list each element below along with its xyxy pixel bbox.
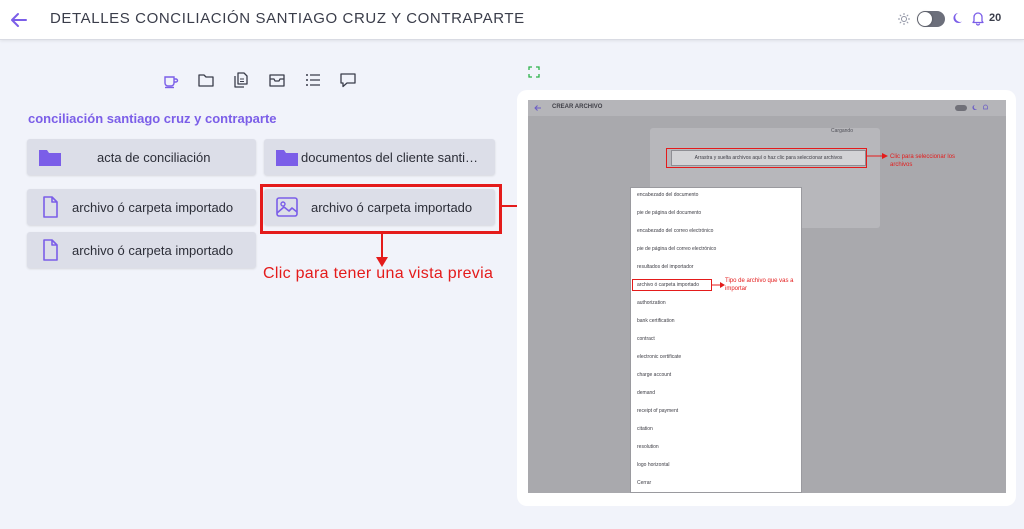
toggle-knob [918, 12, 932, 26]
menu-item: electronic certificate [637, 354, 682, 360]
page-title: DETALLES CONCILIACIÓN SANTIAGO CRUZ Y CO… [50, 10, 525, 27]
folder-card-acta[interactable]: acta de conciliación [27, 139, 256, 175]
menu-item: Cerrar [637, 480, 652, 486]
preview-dropdown-menu: encabezado del documento pie de página d… [630, 187, 802, 493]
menu-item: resultados del importador [637, 264, 694, 270]
menu-item: encabezado del correo electrónico [637, 228, 714, 234]
preview-header: CREAR ARCHIVO [528, 100, 1006, 116]
menu-item: pie de página del correo electrónico [637, 246, 717, 252]
menu-item: demand [637, 390, 656, 396]
file-type-arrow-annotation [712, 282, 725, 288]
folder-icon[interactable] [197, 71, 215, 89]
select-arrow-annotation [867, 153, 888, 159]
drop-highlight-box [666, 148, 867, 168]
select-files-hint: Clic para seleccionar los archivos [890, 154, 956, 168]
preview-highlight-box [260, 184, 502, 234]
comment-icon[interactable] [339, 71, 357, 89]
mini-moon-icon [972, 105, 977, 110]
moon-icon [953, 13, 962, 23]
menu-item: citation [637, 426, 653, 432]
list-icon[interactable] [304, 71, 322, 89]
file-card-imported-1[interactable]: archivo ó carpeta importado [27, 189, 256, 225]
mini-bell-icon [983, 104, 988, 110]
folder-icon [39, 150, 61, 166]
down-arrow-annotation [376, 233, 388, 267]
back-arrow-icon[interactable] [8, 9, 30, 31]
menu-item: charge account [637, 372, 672, 378]
menu-item: resolution [637, 444, 659, 450]
item-label: documentos del cliente santiago cruz [301, 150, 484, 165]
expand-icon[interactable] [528, 66, 540, 78]
coffee-cup-icon[interactable] [162, 71, 180, 89]
menu-item: contract [637, 336, 655, 342]
bell-icon[interactable] [970, 10, 986, 26]
notification-count: 20 [989, 12, 1002, 24]
item-label: archivo ó carpeta importado [72, 200, 234, 215]
theme-toggle[interactable] [917, 11, 945, 27]
copy-files-icon[interactable] [232, 71, 250, 89]
menu-item: bank certification [637, 318, 675, 324]
inbox-archive-icon[interactable] [268, 71, 286, 89]
file-icon [43, 239, 58, 261]
menu-item: pie de página del documento [637, 210, 702, 216]
menu-item: receipt of payment [637, 408, 679, 414]
preview-title: CREAR ARCHIVO [552, 104, 603, 110]
preview-screenshot: CREAR ARCHIVO Cargando Arrastra y suelta… [528, 100, 1006, 493]
folder-card-documentos[interactable]: documentos del cliente santiago cruz [264, 139, 495, 175]
folder-path-title: conciliación santiago cruz y contraparte [28, 111, 277, 126]
top-bar: DETALLES CONCILIACIÓN SANTIAGO CRUZ Y CO… [0, 0, 1024, 40]
file-type-highlight-box [632, 279, 712, 291]
menu-item: encabezado del documento [637, 192, 699, 198]
preview-hint-text: Clic para tener una vista previa [263, 265, 494, 282]
file-type-hint: Tipo de archivo que vas a importar [725, 278, 794, 292]
item-label: acta de conciliación [97, 150, 211, 165]
back-arrow-icon [534, 105, 541, 111]
file-icon [43, 196, 58, 218]
preview-upload-label: Cargando [831, 128, 853, 134]
sun-icon [898, 13, 910, 25]
menu-item: authorization [637, 300, 666, 306]
folder-icon [276, 150, 298, 166]
file-card-imported-2[interactable]: archivo ó carpeta importado [27, 232, 256, 268]
item-label: archivo ó carpeta importado [72, 243, 234, 258]
menu-item: logo horizontal [637, 462, 670, 468]
mini-theme-toggle [955, 105, 967, 111]
